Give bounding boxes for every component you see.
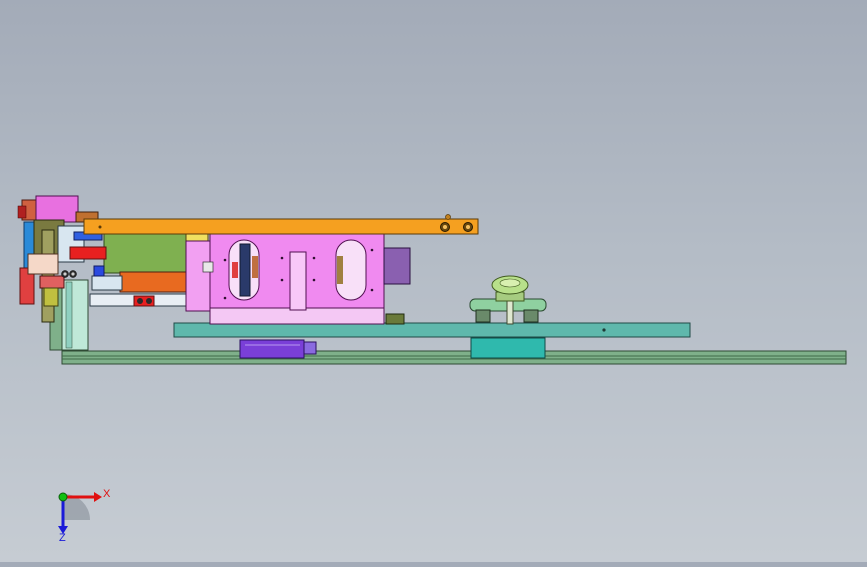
carriage-block[interactable] [470, 337, 546, 359]
model-canvas[interactable]: X Z [0, 0, 867, 562]
x-axis-arrowhead [94, 492, 102, 502]
linear-rail[interactable] [61, 350, 847, 365]
x-axis-label: X [103, 488, 111, 500]
olive-block[interactable] [103, 232, 187, 274]
orange-arm[interactable] [83, 214, 479, 235]
z-axis-label: Z [59, 532, 66, 544]
base-plate[interactable] [173, 322, 691, 338]
y-axis-dot [58, 492, 68, 502]
pink-housing[interactable] [185, 233, 385, 325]
motor[interactable] [383, 247, 411, 325]
coordinate-triad: X Z [58, 488, 111, 544]
red-bar[interactable] [69, 246, 107, 260]
clamp-knob[interactable] [469, 275, 547, 325]
cad-viewport[interactable]: X Z [0, 0, 867, 562]
